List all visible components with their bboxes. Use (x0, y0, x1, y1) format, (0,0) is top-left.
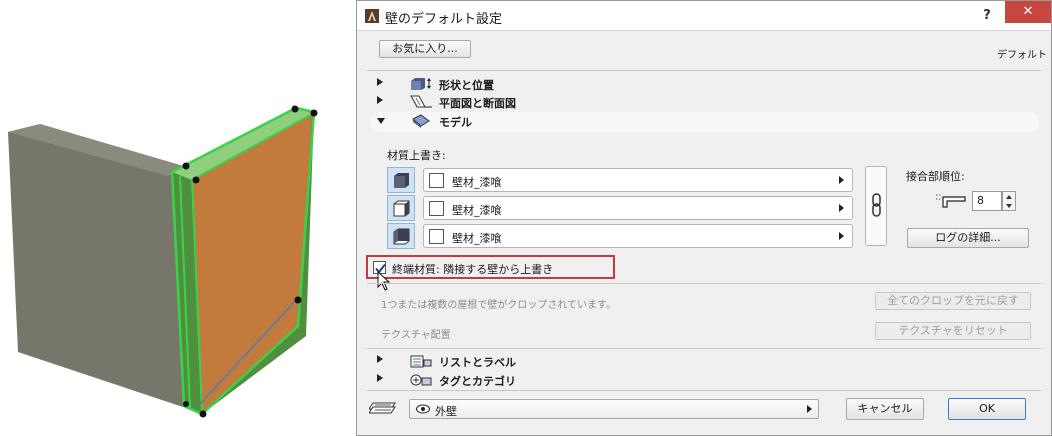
section-label: リストとラベル (439, 356, 516, 369)
material-name: 壁材_漆喰 (452, 232, 502, 245)
hotspot-handle[interactable] (182, 162, 190, 170)
tag-category-icon (410, 374, 432, 386)
section-floor-plan[interactable]: 平面図と断面図 (371, 93, 1039, 111)
default-label: デフォルト (997, 50, 1047, 61)
end-material-highlight: 終端材質: 隣接する壁から上書き (366, 255, 615, 291)
divider (367, 348, 1041, 349)
reference-side-surface-button[interactable] (387, 167, 415, 193)
section-label: 形状と位置 (439, 79, 494, 92)
crop-note: 1つまたは複数の屋根で壁がクロップされています。 (381, 300, 617, 311)
opposite-side-surface-button[interactable] (387, 223, 415, 249)
section-tag-category[interactable]: タグとカテゴリ (371, 371, 1039, 389)
collapse-arrow-icon[interactable] (377, 118, 385, 124)
archicad-icon (365, 9, 379, 23)
log-detail-button[interactable]: ログの詳細... (907, 228, 1029, 248)
junction-order-label: 接合部順位: (906, 170, 965, 183)
close-button[interactable]: ✕ (1005, 1, 1051, 23)
layer-select[interactable]: 外壁 (409, 399, 819, 419)
dialog-title: 壁のデフォルト設定 (385, 12, 503, 27)
ok-button[interactable]: OK (948, 398, 1026, 420)
material-select-edge[interactable]: 壁材_漆喰 (423, 196, 853, 220)
dropdown-arrow-icon (839, 176, 844, 184)
help-button[interactable]: ? (977, 6, 997, 26)
material-override-label: 材質上書き: (387, 149, 446, 162)
wall-3d-preview (0, 0, 352, 436)
wall-default-settings-dialog: 壁のデフォルト設定 ? ✕ お気に入り... デフォルト 形状と位置 平面図と断… (356, 0, 1052, 436)
model-icon (412, 114, 430, 128)
edge-surface-button[interactable] (387, 195, 415, 221)
layer-value: 外壁 (435, 405, 457, 418)
section-shape-position[interactable]: 形状と位置 (371, 75, 1039, 93)
dropdown-arrow-icon (839, 204, 844, 212)
mouse-cursor-icon (377, 271, 391, 291)
expand-arrow-icon[interactable] (377, 96, 383, 104)
stepper-up-icon[interactable] (1006, 195, 1012, 199)
favorites-button[interactable]: お気に入り... (379, 40, 471, 58)
material-name: 壁材_漆喰 (452, 176, 502, 189)
material-swatch (429, 173, 444, 188)
expand-arrow-icon[interactable] (377, 355, 383, 363)
section-label: タグとカテゴリ (439, 375, 516, 388)
reset-texture-button[interactable]: テクスチャをリセット (875, 322, 1031, 340)
edge-surface-icon (393, 200, 410, 217)
geometry-position-icon (411, 78, 431, 90)
link-materials-button[interactable] (865, 166, 887, 246)
layer-icon (369, 402, 396, 414)
material-select-reference[interactable]: 壁材_漆喰 (423, 168, 853, 192)
title-bar[interactable]: 壁のデフォルト設定 ? ✕ (357, 1, 1051, 31)
hotspot-handle[interactable] (310, 109, 318, 117)
section-list-label[interactable]: リストとラベル (371, 352, 1039, 370)
wall-3d-drawing (8, 105, 318, 418)
hotspot-handle[interactable] (192, 176, 200, 184)
material-swatch (429, 229, 444, 244)
opposite-surface-icon (393, 228, 410, 245)
section-model[interactable]: モデル (371, 112, 1039, 132)
cancel-button[interactable]: キャンセル (846, 398, 924, 420)
junction-order-stepper[interactable] (1002, 191, 1016, 211)
dropdown-arrow-icon (807, 405, 812, 413)
material-select-opposite[interactable]: 壁材_漆喰 (423, 224, 853, 248)
hotspot-handle[interactable] (294, 296, 302, 304)
junction-order-icon (936, 194, 966, 208)
divider (367, 390, 1041, 391)
texture-placement-label: テクスチャ配置 (381, 330, 451, 341)
expand-arrow-icon[interactable] (377, 374, 383, 382)
junction-order-input[interactable]: 8 (972, 191, 1002, 211)
chain-link-icon (872, 193, 881, 217)
expand-arrow-icon[interactable] (377, 78, 383, 86)
reference-surface-icon (394, 173, 409, 188)
stepper-down-icon[interactable] (1006, 204, 1012, 208)
section-label: 平面図と断面図 (439, 97, 516, 110)
eye-icon (416, 404, 430, 414)
reset-crop-button[interactable]: 全てのクロップを元に戻す (875, 292, 1031, 310)
end-material-label: 終端材質: 隣接する壁から上書き (392, 263, 554, 276)
section-label: モデル (439, 116, 472, 129)
floor-plan-section-icon (410, 95, 432, 108)
divider (367, 283, 1041, 284)
dropdown-arrow-icon (839, 232, 844, 240)
divider (367, 70, 1041, 71)
hotspot-handle[interactable] (199, 410, 207, 418)
material-swatch (429, 201, 444, 216)
hotspot-handle[interactable] (183, 401, 189, 407)
hotspot-handle[interactable] (291, 105, 299, 113)
list-label-icon (410, 355, 432, 368)
material-name: 壁材_漆喰 (452, 204, 502, 217)
